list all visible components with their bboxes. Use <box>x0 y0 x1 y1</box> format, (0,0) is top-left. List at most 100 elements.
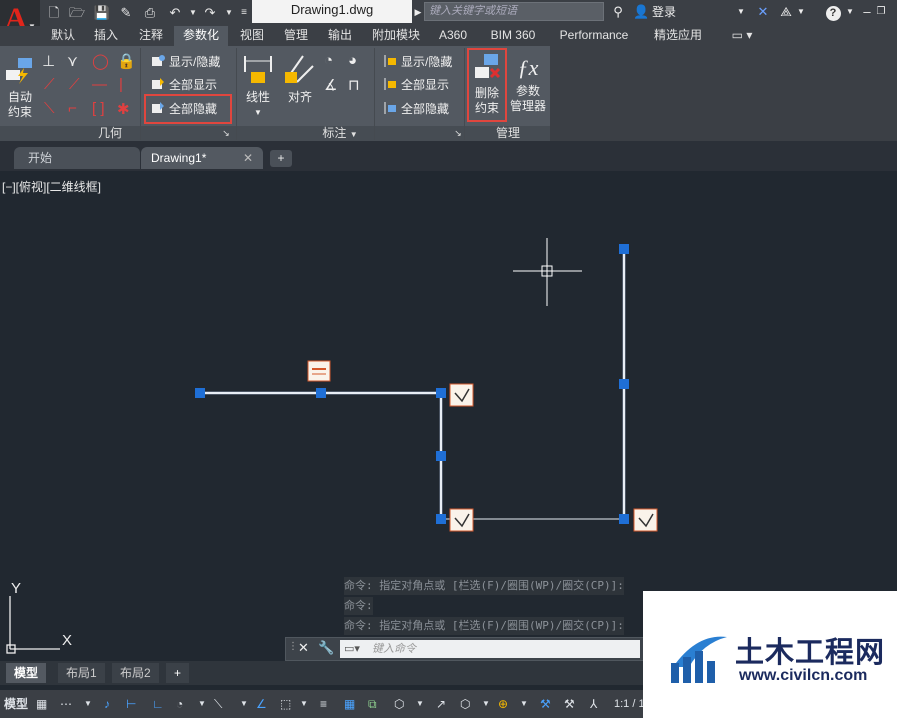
lineweight-icon[interactable]: ≡ <box>320 695 327 713</box>
grip[interactable] <box>316 388 326 398</box>
grip[interactable] <box>619 244 629 254</box>
smooth-icon[interactable]: ⌐ <box>68 100 77 117</box>
horizontal-constraint-badge[interactable] <box>307 360 331 382</box>
undo-dropdown-icon[interactable]: ▼ <box>184 4 202 22</box>
login-button[interactable]: 登录 <box>652 3 676 21</box>
annotation-visibility-icon[interactable]: ⚒ <box>540 695 551 713</box>
tab-insert[interactable]: 插入 <box>86 26 126 46</box>
a360-icon[interactable]: ⟁ <box>778 3 794 21</box>
dynamic-ucs-icon[interactable]: ↗ <box>436 695 446 713</box>
tab-model[interactable]: 模型 <box>6 663 47 683</box>
drag-handle-icon[interactable]: ⋮ <box>288 641 298 652</box>
grip[interactable] <box>619 379 629 389</box>
object-snap-icon[interactable]: ⬚ <box>280 695 291 713</box>
geo-show-all-button[interactable]: 全部显示 <box>151 75 217 95</box>
tab-layout2[interactable]: 布局2 <box>112 663 159 683</box>
gizmo-dropdown-icon[interactable]: ▼ <box>520 695 528 713</box>
a360-dropdown-icon[interactable]: ▼ <box>796 3 806 21</box>
perpendicular-constraint-badge[interactable] <box>633 508 658 532</box>
undo-icon[interactable]: ↶ <box>166 4 184 22</box>
customize-qat-icon[interactable]: ≡ <box>235 4 253 22</box>
new-tab-plus-icon[interactable]: + <box>270 150 292 167</box>
panel-launcher-icon[interactable]: ↘ <box>452 126 464 141</box>
new-file-icon[interactable]: 🗋 <box>45 4 63 22</box>
grip[interactable] <box>436 388 446 398</box>
restore-icon[interactable]: ❐ <box>876 3 886 21</box>
selection-cycling-icon[interactable]: ⧉ <box>368 695 377 713</box>
isodraft-icon[interactable]: ⟍ <box>214 695 222 713</box>
transparency-icon[interactable]: ▦ <box>344 695 355 713</box>
print-icon[interactable]: ⎙ <box>141 4 159 22</box>
panel-title-dimensional[interactable]: 标注 ▼ <box>310 126 370 141</box>
parallel-icon[interactable]: ⟋ <box>44 76 55 93</box>
selected-polyline[interactable] <box>200 249 626 519</box>
grip[interactable] <box>436 451 446 461</box>
search-input[interactable]: 键入关键字或短语 <box>424 2 604 21</box>
tab-start[interactable]: 开始 <box>14 147 140 169</box>
tab-drawing1[interactable]: Drawing1* ✕ <box>141 147 263 169</box>
concentric-icon[interactable]: ◯ <box>92 52 109 70</box>
redo-icon[interactable]: ↷ <box>201 4 219 22</box>
binoculars-icon[interactable]: ⚲ <box>607 3 629 21</box>
angular-icon[interactable]: ∡ <box>324 76 337 94</box>
annotation-scale-value[interactable]: 1:1 / 1 <box>614 695 645 713</box>
infer-constraints-icon[interactable]: ♪ <box>104 695 110 713</box>
3d-osnap-dropdown-icon[interactable]: ▼ <box>416 695 424 713</box>
tab-layout1[interactable]: 布局1 <box>58 663 105 683</box>
diameter-icon[interactable]: ◕ <box>348 52 357 69</box>
snap-dropdown-icon[interactable]: ▼ <box>84 695 92 713</box>
wrench-icon[interactable]: 🔧 <box>318 640 334 656</box>
panel-launcher-icon[interactable]: ↘ <box>220 126 232 141</box>
tab-output[interactable]: 输出 <box>320 26 360 46</box>
grip[interactable] <box>619 514 629 524</box>
dim-hide-all-button[interactable]: 全部隐藏 <box>383 99 449 119</box>
chevron-right-icon[interactable]: ▶ <box>413 3 423 21</box>
exchange-apps-icon[interactable]: ✕ <box>755 3 771 21</box>
equal-icon[interactable]: ✱ <box>117 100 130 118</box>
add-layout-plus-icon[interactable]: + <box>166 663 190 683</box>
open-folder-icon[interactable]: 🗁 <box>68 4 86 22</box>
dynamic-input-icon[interactable]: ⊢ <box>126 695 136 713</box>
linear-dropdown-icon[interactable]: ▼ <box>240 105 276 120</box>
login-dropdown-icon[interactable]: ▼ <box>736 3 746 21</box>
tab-manage[interactable]: 管理 <box>276 26 316 46</box>
3d-osnap-icon[interactable]: ⬡ <box>394 695 404 713</box>
fix-lock-icon[interactable]: 🔒 <box>117 52 136 70</box>
grip[interactable] <box>195 388 205 398</box>
dim-show-hide-button[interactable]: 显示/隐藏 <box>383 52 452 72</box>
object-snap-dropdown-icon[interactable]: ▼ <box>300 695 308 713</box>
collinear-icon[interactable]: ⋎ <box>67 52 78 70</box>
polar-dropdown-icon[interactable]: ▼ <box>198 695 206 713</box>
radius-icon[interactable]: ◔ <box>324 52 333 69</box>
grid-icon[interactable]: ▦ <box>36 695 47 713</box>
minimize-icon[interactable]: ‒ <box>862 3 872 21</box>
auto-scale-icon[interactable]: ⚒ <box>564 695 575 713</box>
linear-dimension-button[interactable]: 线性 ▼ <box>240 52 276 120</box>
coincident-icon[interactable]: ⊥ <box>42 52 55 70</box>
tab-performance[interactable]: Performance <box>552 26 636 46</box>
save-icon[interactable]: 💾 <box>93 4 111 22</box>
close-icon[interactable]: ✕ <box>298 640 309 656</box>
convert-icon[interactable]: ⊓ <box>348 76 360 94</box>
tab-default[interactable]: 默认 <box>44 26 82 46</box>
tab-featured-apps[interactable]: 精选应用 <box>644 26 712 46</box>
save-as-icon[interactable]: ✎ <box>117 4 135 22</box>
dim-show-all-button[interactable]: 全部显示 <box>383 75 449 95</box>
geo-show-hide-button[interactable]: 显示/隐藏 <box>151 52 220 72</box>
perpendicular-icon[interactable]: ⟋ <box>69 76 80 93</box>
snap-icon[interactable]: ⋯ <box>60 695 72 713</box>
help-dropdown-icon[interactable]: ▼ <box>845 3 855 21</box>
aligned-dimension-button[interactable]: 对齐 <box>282 52 318 105</box>
tab-parametric[interactable]: 参数化 <box>174 26 228 46</box>
tab-view[interactable]: 视图 <box>232 26 272 46</box>
perpendicular-constraint-badge[interactable] <box>449 508 474 532</box>
selection-filter-dropdown-icon[interactable]: ▼ <box>482 695 490 713</box>
isodraft-dropdown-icon[interactable]: ▼ <box>240 695 248 713</box>
symmetric-icon[interactable]: [ ] <box>92 100 105 117</box>
tab-a360[interactable]: A360 <box>432 26 474 46</box>
selection-filter-icon[interactable]: ⬡ <box>460 695 470 713</box>
tab-bim360[interactable]: BIM 360 <box>482 26 544 46</box>
command-prompt-icon[interactable]: ▭▾ <box>344 642 360 655</box>
close-icon[interactable]: ✕ <box>243 147 253 169</box>
vertical-icon[interactable]: | <box>119 76 123 93</box>
